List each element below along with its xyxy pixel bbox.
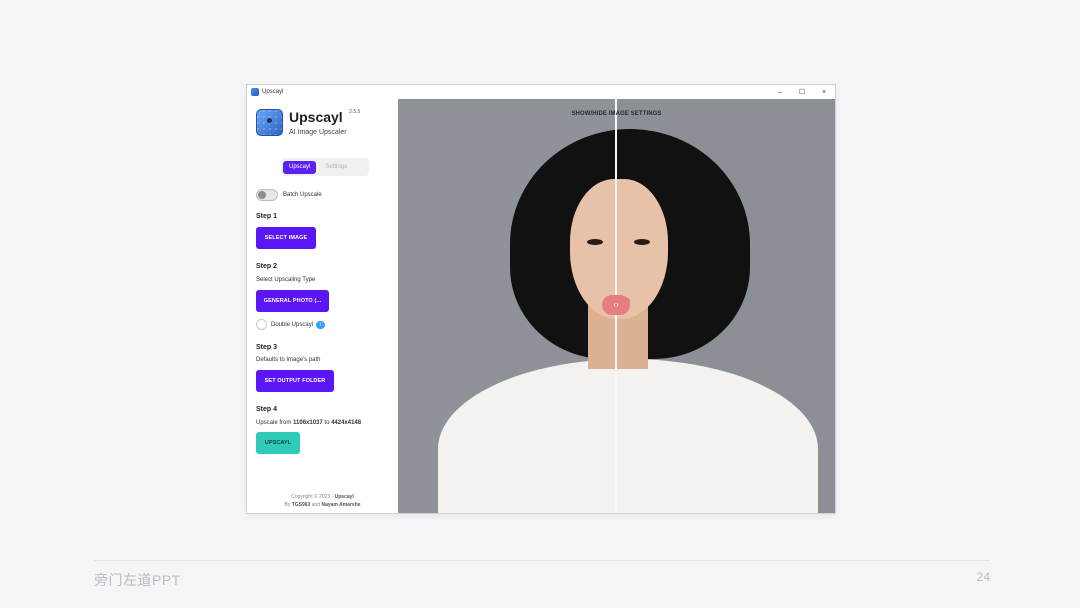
footer-authors-line: By TGS963 and Nayam Amarshe (247, 501, 398, 509)
image-compare-viewer[interactable]: ‹› SHOW/HIDE IMAGE SETTINGS (398, 99, 835, 513)
double-upscayl-row: Double Upscayl i (256, 319, 326, 330)
footer-and: and (311, 502, 321, 508)
portrait-left-eye (587, 239, 603, 245)
from-size: 1106x1037 (293, 420, 323, 426)
to-label: to (324, 420, 330, 426)
step3-subtitle: Defaults to Image's path (256, 357, 321, 363)
upscayl-button[interactable]: UPSCAYL (256, 432, 300, 454)
app-name: Upscayl (289, 109, 343, 125)
footer-author1[interactable]: TGS963 (292, 502, 311, 508)
double-upscayl-label: Double Upscayl (271, 321, 314, 328)
batch-upscale-row: Batch Upscale (256, 189, 322, 201)
tab-settings[interactable]: Settings (319, 161, 353, 174)
upscale-size-info: Upscale from 1106x1037 to 4424x4148 (256, 420, 361, 426)
slide-page-number: 24 (976, 570, 990, 584)
double-upscayl-checkbox[interactable] (256, 319, 267, 330)
window-controls: – ☐ × (769, 85, 835, 99)
upscale-from-label: Upscale from (256, 420, 292, 426)
info-icon[interactable]: i (316, 320, 326, 329)
slide-divider (94, 560, 990, 561)
compare-slider-handle-icon[interactable]: ‹› (602, 295, 630, 315)
app-version: 2.5.5 (349, 109, 361, 115)
upscaling-type-select[interactable]: GENERAL PHOTO (... (256, 290, 329, 312)
footer: Copyright © 2023 - Upscayl By TGS963 and… (247, 493, 398, 509)
set-output-folder-button[interactable]: SET OUTPUT FOLDER (256, 370, 334, 392)
window-title: Upscayl (262, 89, 284, 95)
minimize-button[interactable]: – (769, 85, 791, 99)
title-bar: Upscayl – ☐ × (247, 85, 835, 99)
batch-upscale-label: Batch Upscale (283, 192, 322, 198)
app-icon (251, 88, 259, 96)
upscayl-logo-icon (256, 109, 283, 136)
footer-app-link[interactable]: Upscayl (335, 494, 354, 500)
step4-title: Step 4 (256, 406, 278, 413)
show-hide-settings-button[interactable]: SHOW/HIDE IMAGE SETTINGS (398, 111, 835, 117)
portrait-right-eye (634, 239, 650, 245)
footer-copyright: Copyright © 2023 - (291, 494, 334, 500)
select-image-button[interactable]: SELECT IMAGE (256, 227, 316, 249)
app-window: Upscayl – ☐ × Upscayl 2.5.5 AI Image Ups… (246, 84, 836, 514)
brand-text: Upscayl 2.5.5 AI Image Upscaler (289, 109, 360, 136)
step2-title: Step 2 (256, 263, 278, 270)
footer-author2[interactable]: Nayam Amarshe (321, 502, 360, 508)
step3-title: Step 3 (256, 344, 278, 351)
maximize-button[interactable]: ☐ (791, 85, 813, 99)
brand-header: Upscayl 2.5.5 AI Image Upscaler (256, 109, 360, 136)
step1-title: Step 1 (256, 213, 278, 220)
to-size: 4424x4148 (331, 420, 362, 426)
app-subtitle: AI Image Upscaler (289, 129, 347, 136)
tab-upscayl[interactable]: Upscayl (283, 160, 317, 174)
slide-brand: 旁门左道PPT (94, 572, 181, 588)
sidebar: Upscayl 2.5.5 AI Image Upscaler Upscayl … (247, 99, 398, 513)
close-button[interactable]: × (813, 85, 835, 99)
batch-upscale-toggle[interactable] (256, 189, 278, 201)
footer-copyright-line: Copyright © 2023 - Upscayl (247, 493, 398, 501)
footer-by: By (284, 502, 291, 508)
step2-subtitle: Select Upscaling Type (256, 277, 316, 283)
tab-switcher: Upscayl Settings (281, 158, 369, 176)
